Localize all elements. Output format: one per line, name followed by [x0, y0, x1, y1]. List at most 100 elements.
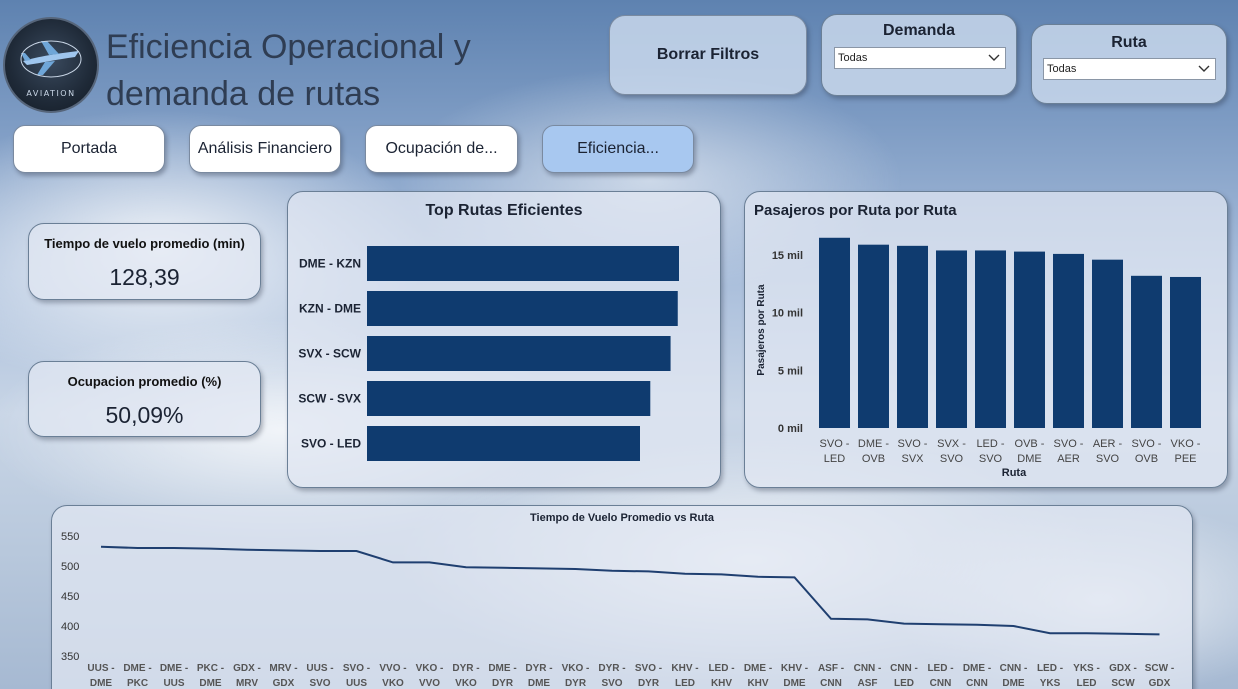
kpi-card-tiempo: Tiempo de vuelo promedio (min) 128,39	[28, 223, 261, 300]
x-tick-label: DME	[1002, 678, 1025, 689]
x-tick-label: VKO	[382, 678, 404, 689]
clear-filters-button[interactable]: Borrar Filtros	[609, 15, 807, 95]
top-rutas-chart-panel: Top Rutas Eficientes DME - KZN KZN - DME S…	[287, 191, 721, 488]
bar	[367, 426, 640, 461]
clear-filters-label: Borrar Filtros	[656, 46, 760, 63]
x-tick-label: VKO -	[1171, 438, 1201, 450]
x-tick-label: DME -	[858, 438, 890, 450]
category-label: SVO - LED	[301, 437, 361, 451]
x-tick-label: LED -	[976, 438, 1004, 450]
category-label: SCW - SVX	[298, 392, 361, 406]
x-tick-label: DME -	[160, 663, 188, 674]
bar	[1053, 253, 1084, 428]
logo-text: AVIATION	[26, 89, 76, 98]
pasajeros-chart-panel: Pasajeros por Ruta por Ruta 0 mil 5 mil 10…	[744, 191, 1228, 488]
x-tick-label: SVO	[940, 453, 964, 465]
nav-ocupacion-button[interactable]: Ocupación de...	[365, 125, 518, 173]
ruta-slicer-title: Ruta	[1111, 34, 1147, 51]
bar	[975, 250, 1006, 428]
x-tick-label: SVO	[601, 678, 622, 689]
x-tick-label: UUS -	[87, 663, 114, 674]
x-tick-label: DME -	[963, 663, 991, 674]
x-tick-label: GDX -	[1109, 663, 1137, 674]
x-tick-label: LED	[894, 678, 914, 689]
x-tick-label: UUS	[346, 678, 367, 689]
x-tick-label: VKO -	[562, 663, 590, 674]
x-tick-label: SVO -	[1132, 438, 1162, 450]
x-tick-label: DME	[783, 678, 806, 689]
tiempo-vuelo-chart-panel: Tiempo de Vuelo Promedio vs Ruta 350 400 4…	[51, 505, 1193, 689]
x-tick-label: OVB	[1135, 453, 1158, 465]
nav-portada-label: Portada	[60, 140, 118, 157]
ruta-dropdown[interactable]: Todas	[1043, 58, 1216, 80]
x-tick-label: DYR	[492, 678, 514, 689]
kpi-card-ocupacion: Ocupacion promedio (%) 50,09%	[28, 361, 261, 437]
bar	[1014, 251, 1045, 428]
x-tick-label: VKO	[455, 678, 477, 689]
nav-analisis-financiero-label: Análisis Financiero	[197, 140, 333, 157]
y-tick-label: 0 mil	[778, 423, 803, 435]
x-tick-label: PKC -	[197, 663, 224, 674]
x-tick-label: DME -	[488, 663, 516, 674]
nav-eficiencia-button[interactable]: Eficiencia...	[542, 125, 694, 173]
x-tick-label: KHV	[711, 678, 732, 689]
y-tick-label: 10 mil	[772, 308, 803, 320]
x-tick-label: YKS -	[1073, 663, 1100, 674]
x-tick-label: DME -	[744, 663, 772, 674]
bar	[1131, 275, 1162, 428]
x-tick-label: SCW -	[1145, 663, 1174, 674]
y-tick-label: 400	[61, 621, 79, 633]
x-tick-label: SVO -	[343, 663, 370, 674]
x-tick-label: UUS -	[306, 663, 333, 674]
bar	[367, 246, 679, 281]
nav-portada-button[interactable]: Portada	[13, 125, 165, 173]
ruta-dropdown-value: Todas	[1047, 63, 1077, 75]
x-tick-label: ASF -	[818, 663, 844, 674]
demanda-dropdown[interactable]: Todas	[834, 47, 1006, 69]
x-tick-label: VVO -	[379, 663, 406, 674]
bar	[858, 244, 889, 428]
y-tick-label: 450	[61, 591, 79, 603]
y-tick-label: 5 mil	[778, 365, 803, 377]
x-tick-label: MRV -	[269, 663, 297, 674]
aviation-logo: AVIATION	[3, 17, 99, 113]
series-line	[100, 545, 1160, 636]
x-tick-label: DYR -	[452, 663, 479, 674]
bar	[936, 250, 967, 428]
page-title: Eficiencia Operacional y demanda de ruta…	[106, 24, 471, 118]
y-tick-label: 550	[61, 531, 79, 543]
x-tick-label: DME	[199, 678, 222, 689]
x-tick-label: SVO	[309, 678, 330, 689]
x-tick-label: LED	[1077, 678, 1097, 689]
y-axis-title: Pasajeros por Ruta	[756, 284, 767, 376]
x-tick-label: SVO -	[635, 663, 662, 674]
x-tick-label: SVO	[979, 453, 1003, 465]
x-tick-label: SVO	[1096, 453, 1120, 465]
x-tick-label: CNN -	[890, 663, 918, 674]
x-tick-label: VVO	[419, 678, 440, 689]
x-tick-label: CNN -	[1000, 663, 1028, 674]
bar	[819, 237, 850, 428]
demanda-slicer: Demanda Todas	[821, 14, 1017, 96]
x-tick-label: LED	[824, 453, 845, 465]
x-tick-label: CNN	[820, 678, 842, 689]
bar	[1170, 276, 1201, 428]
kpi-ocupacion-label: Ocupacion promedio (%)	[67, 374, 222, 389]
x-tick-label: DYR -	[598, 663, 625, 674]
nav-ocupacion-label: Ocupación de...	[385, 140, 498, 157]
x-tick-label: UUS	[163, 678, 184, 689]
x-tick-label: GDX -	[233, 663, 261, 674]
x-tick-label: KHV -	[671, 663, 698, 674]
kpi-tiempo-value: 128,39	[109, 264, 180, 290]
nav-eficiencia-label: Eficiencia...	[577, 140, 659, 157]
x-tick-label: SCW	[1111, 678, 1135, 689]
top-rutas-chart: DME - KZN KZN - DME SVX - SCW SCW - SVX SVO …	[298, 246, 679, 461]
x-tick-label: PKC	[127, 678, 148, 689]
x-tick-label: CNN	[930, 678, 952, 689]
x-tick-label: SVO -	[1054, 438, 1084, 450]
nav-analisis-financiero-button[interactable]: Análisis Financiero	[189, 125, 341, 173]
ruta-slicer: Ruta Todas	[1031, 24, 1227, 104]
bar	[1092, 259, 1123, 428]
chevron-down-icon	[1198, 65, 1210, 72]
x-tick-label: LED -	[927, 663, 953, 674]
